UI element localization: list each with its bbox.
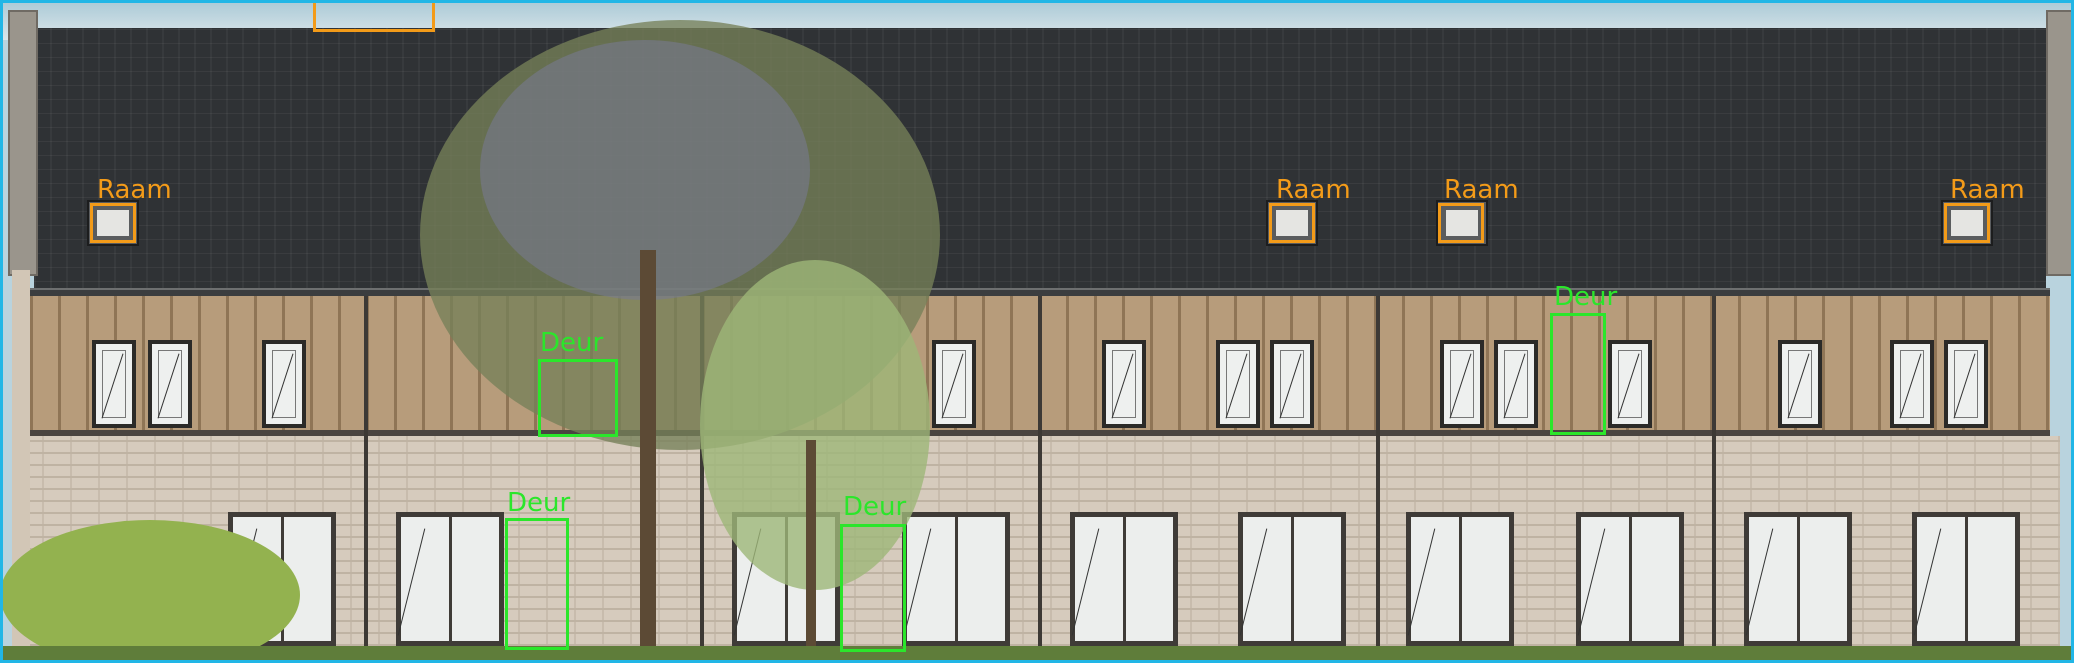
raam-detection-box	[1438, 203, 1484, 243]
deur-detection-box	[1550, 313, 1606, 435]
ground-floor-door	[1912, 512, 2020, 646]
ground-floor-door	[1744, 512, 1852, 646]
ground-floor-door	[1406, 512, 1514, 646]
house-divider	[1038, 296, 1042, 656]
house-divider	[1376, 296, 1380, 656]
raam-detection-box	[1269, 203, 1315, 243]
ground-floor-door	[396, 512, 504, 646]
left-gable-end	[8, 10, 38, 276]
deur-detection-box	[840, 524, 906, 652]
ground-hedge	[0, 646, 2074, 663]
deur-detection-box	[538, 359, 618, 437]
upper-window	[1270, 340, 1314, 428]
upper-window	[148, 340, 192, 428]
upper-window	[1778, 340, 1822, 428]
small-tree-trunk	[806, 440, 816, 650]
upper-window	[1890, 340, 1934, 428]
deur-detection-box	[505, 518, 569, 650]
raam-detection-label: Raam	[1950, 175, 2025, 205]
upper-window	[1494, 340, 1538, 428]
raam-detection-label: Raam	[1444, 175, 1519, 205]
annotated-facade-image: Raam Raam Raam Raam Deur Deur Deur Deur	[0, 0, 2074, 663]
ground-floor-door	[1576, 512, 1684, 646]
raam-detection-box	[90, 203, 136, 243]
upper-window	[92, 340, 136, 428]
ground-floor-door	[902, 512, 1010, 646]
upper-window	[1216, 340, 1260, 428]
house-divider	[364, 296, 368, 656]
raam-detection-box	[1944, 203, 1990, 243]
upper-window	[262, 340, 306, 428]
large-tree-trunk	[640, 250, 656, 650]
upper-window	[932, 340, 976, 428]
ground-floor-door	[1238, 512, 1346, 646]
upper-window	[1608, 340, 1652, 428]
roof	[34, 28, 2046, 296]
bush	[0, 520, 300, 663]
right-gable-end	[2046, 10, 2074, 276]
upper-window	[1440, 340, 1484, 428]
deur-detection-label: Deur	[540, 328, 604, 358]
raam-detection-label: Raam	[1276, 175, 1351, 205]
deur-detection-label: Deur	[1554, 282, 1618, 312]
upper-window	[1944, 340, 1988, 428]
raam-detection-label: Raam	[97, 175, 172, 205]
deur-detection-label: Deur	[507, 488, 571, 518]
ground-floor-door	[1070, 512, 1178, 646]
raam-detection-box-partial	[313, 0, 435, 32]
house-divider	[1712, 296, 1716, 656]
deur-detection-label: Deur	[843, 492, 907, 522]
upper-window	[1102, 340, 1146, 428]
